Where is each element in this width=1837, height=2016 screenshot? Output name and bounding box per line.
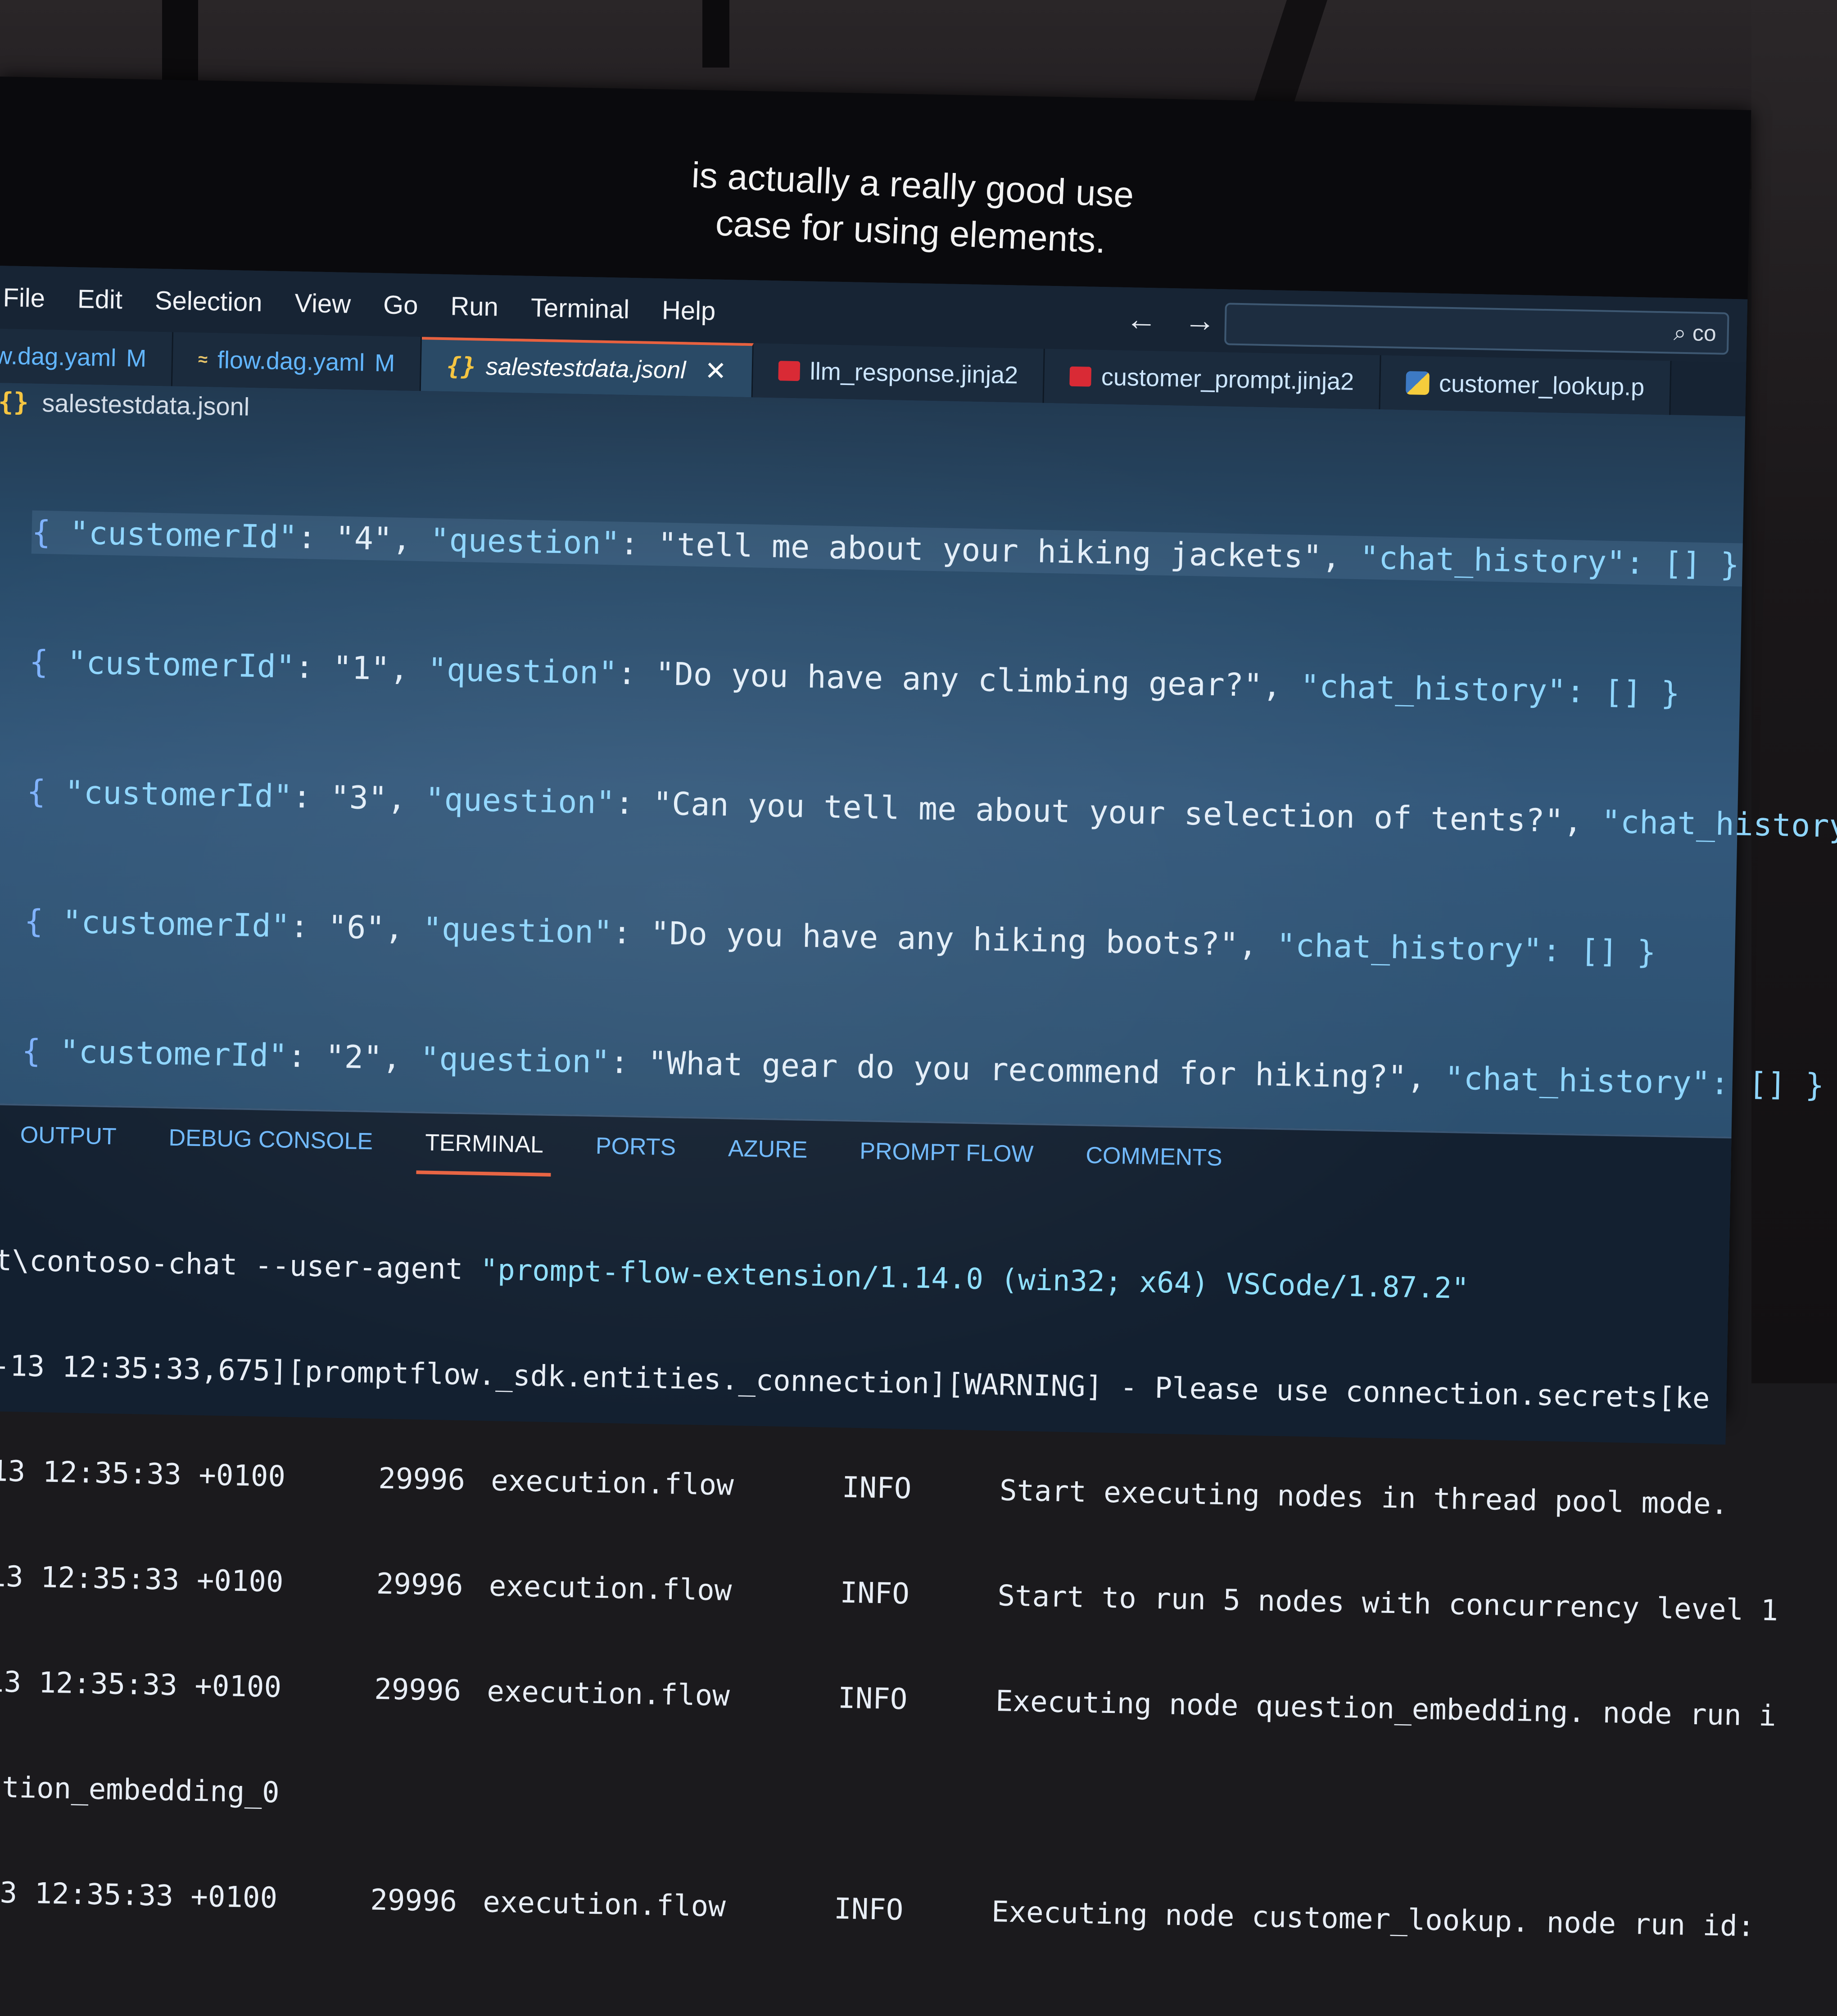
- vscode-window: File Edit Selection View Go Run Terminal…: [0, 265, 1837, 1944]
- tab-terminal[interactable]: TERMINAL: [399, 1128, 570, 1159]
- code-line: { "customerId": "1", "question": "Do you…: [29, 643, 1680, 712]
- yaml-icon: ≈: [198, 350, 208, 369]
- tab-ports[interactable]: PORTS: [569, 1132, 702, 1162]
- json-tail: "chat_history": [] }: [1300, 667, 1680, 712]
- command-arg: "prompt-flow-extension/1.14.0 (win32; x6…: [480, 1253, 1470, 1306]
- bottom-panel: OUTPUT DEBUG CONSOLE TERMINAL PORTS AZUR…: [0, 1103, 1778, 1944]
- tab-output[interactable]: OUTPUT: [0, 1121, 143, 1151]
- json-value: "Do you have any climbing gear?": [655, 655, 1263, 704]
- code-line: { "customerId": "6", "question": "Do you…: [24, 902, 1656, 971]
- tab-label: customer_lookup.p: [1439, 370, 1645, 401]
- history-nav: ← →: [1125, 301, 1216, 339]
- menu-go[interactable]: Go: [367, 289, 435, 321]
- json-key: "customerId": [62, 903, 290, 945]
- tab-label: salestestdata.jsonl: [485, 353, 686, 384]
- menu-run[interactable]: Run: [434, 290, 515, 322]
- json-key: "customerId": [69, 514, 298, 556]
- tab-customer-prompt-jinja2[interactable]: customer_prompt.jinja2: [1044, 349, 1381, 409]
- back-arrow-icon[interactable]: ←: [1125, 301, 1158, 337]
- menu-help[interactable]: Help: [645, 294, 732, 326]
- json-key: "customerId": [59, 1033, 288, 1074]
- json-tail: "chat_history": [] }: [1359, 539, 1740, 584]
- json-key: "customerId": [64, 774, 293, 815]
- json-tail: "chat_history": [1601, 803, 1837, 845]
- modified-badge: M: [126, 344, 147, 372]
- presentation-screen: is actually a really good use case for u…: [0, 77, 1837, 1944]
- json-key: "question": [422, 910, 613, 951]
- jinja-icon: [1069, 366, 1092, 387]
- json-value: "4": [335, 519, 393, 557]
- ceiling-pole: [702, 0, 729, 68]
- json-key: "customerId": [67, 644, 295, 685]
- json-value: "Can you tell me about your selection of…: [652, 785, 1564, 839]
- json-value: "1": [332, 649, 390, 687]
- forward-arrow-icon[interactable]: →: [1184, 302, 1216, 339]
- tab-flow-dag-yaml[interactable]: ≈ flow.dag.yaml M: [172, 332, 422, 391]
- json-tail: "chat_history": [] }: [1276, 926, 1656, 971]
- json-value: "What gear do you recommend for hiking?": [647, 1044, 1407, 1096]
- close-icon[interactable]: ✕: [705, 355, 727, 386]
- json-value: "2": [325, 1038, 383, 1076]
- search-text: co: [1692, 320, 1717, 346]
- menu-selection[interactable]: Selection: [138, 285, 279, 318]
- json-value: "3": [330, 779, 388, 817]
- tab-dag-yaml[interactable]: w.dag.yaml M: [0, 328, 174, 386]
- tab-azure[interactable]: AZURE: [702, 1134, 834, 1164]
- code-line: { "customerId": "4", "question": "tell m…: [31, 510, 1743, 587]
- room-wall: [1751, 0, 1837, 1383]
- terminal-line: estion_embedding_0: [0, 1770, 280, 1810]
- terminal-line: -13 12:35:33 +0100 29996 execution.flow INF…: [0, 1665, 1777, 1733]
- json-key: "question": [427, 651, 618, 692]
- tab-debug-console[interactable]: DEBUG CONSOLE: [142, 1124, 399, 1156]
- json-tail: "chat_history": [] }: [1444, 1060, 1825, 1104]
- terminal-line: 3-13 12:35:33,675][promptflow._sdk.entit…: [0, 1349, 1710, 1416]
- terminal-line: -13 12:35:33 +0100 29996 execution.flow INF…: [0, 1876, 1755, 1944]
- json-icon: {}: [446, 351, 476, 381]
- tab-label: flow.dag.yaml: [217, 346, 365, 376]
- subtitle-caption: is actually a really good use case for u…: [662, 150, 1161, 267]
- json-key: "question": [420, 1040, 611, 1081]
- modified-badge: M: [374, 349, 395, 377]
- terminal-line: -13 12:35:33 +0100 29996 execution.flow INF…: [0, 1559, 1778, 1628]
- menu-edit[interactable]: Edit: [61, 283, 139, 315]
- json-value: "Do you have any hiking boots?": [650, 915, 1239, 963]
- breadcrumb: {} salestestdata.jsonl: [0, 387, 250, 421]
- code-editor[interactable]: { "customerId": "4", "question": "tell m…: [20, 424, 1837, 1192]
- terminal-line: -13 12:35:33 +0100 29996 execution.flow INF…: [0, 1454, 1728, 1522]
- tab-label: w.dag.yaml: [0, 342, 117, 372]
- menu-file[interactable]: File: [0, 282, 62, 313]
- breadcrumb-file[interactable]: salestestdata.jsonl: [42, 388, 250, 421]
- tab-comments[interactable]: COMMENTS: [1059, 1142, 1249, 1172]
- tab-salestestdata-jsonl[interactable]: {} salestestdata.jsonl ✕: [421, 337, 754, 398]
- tab-customer-lookup-py[interactable]: customer_lookup.p: [1380, 355, 1672, 415]
- json-icon: {}: [0, 387, 29, 417]
- command-text: at\contoso-chat --user-agent: [0, 1243, 481, 1287]
- json-key: "question": [430, 521, 620, 562]
- jinja-icon: [778, 361, 801, 381]
- tab-label: customer_prompt.jinja2: [1101, 363, 1354, 395]
- code-line: { "customerId": "2", "question": "What g…: [21, 1032, 1825, 1104]
- menu-terminal[interactable]: Terminal: [514, 292, 646, 325]
- terminal-line: at\contoso-chat --user-agent "prompt-flo…: [0, 1243, 1729, 1312]
- python-icon: [1405, 371, 1430, 395]
- tab-prompt-flow[interactable]: PROMPT FLOW: [833, 1137, 1060, 1169]
- code-line: { "customerId": "3", "question": "Can yo…: [27, 770, 1837, 846]
- json-value: "tell me about your hiking jackets": [657, 526, 1322, 575]
- search-icon: ⌕: [1673, 319, 1693, 345]
- tab-label: llm_response.jinja2: [810, 358, 1018, 389]
- json-key: "question": [425, 780, 615, 821]
- menu-view[interactable]: View: [278, 287, 367, 319]
- tab-llm-response-jinja2[interactable]: llm_response.jinja2: [752, 343, 1045, 403]
- terminal-output[interactable]: at\contoso-chat --user-agent "prompt-flo…: [0, 1173, 1778, 2014]
- json-value: "6": [327, 908, 385, 947]
